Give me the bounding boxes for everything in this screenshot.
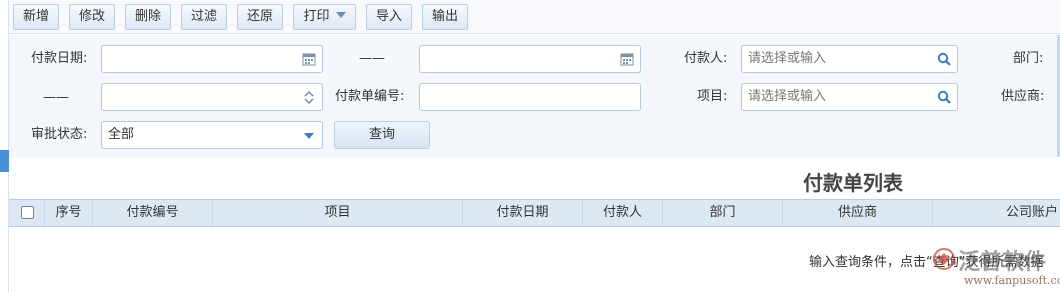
chevron-down-icon[interactable] <box>302 129 316 143</box>
column-header[interactable]: 项目 <box>213 200 463 226</box>
page: 新增 修改 删除 过滤 还原 打印 导入 输出 付款日期: —— 付款人: 请选… <box>0 0 1060 292</box>
dept-label: 部门: <box>1013 51 1044 66</box>
bill-no-input[interactable] <box>419 83 641 111</box>
watermark: 泛普软件 www.fanpusoft.com <box>928 244 1060 292</box>
grid-header: 序号 付款编号 项目 付款日期 付款人 部门 供应商 公司账户 <box>9 199 1060 227</box>
select-all-checkbox[interactable] <box>21 206 34 219</box>
approval-status-label: 审批状态: <box>31 127 88 142</box>
pay-date-label: 付款日期: <box>31 51 88 66</box>
import-button[interactable]: 导入 <box>366 4 412 30</box>
print-label: 打印 <box>303 9 330 24</box>
query-button[interactable]: 查询 <box>334 121 430 149</box>
grid-title: 付款单列表 <box>0 167 1060 196</box>
left-sidebar-strip <box>0 0 9 292</box>
column-header[interactable]: 公司账户 <box>933 200 1060 226</box>
bill-no-label: 付款单编号: <box>335 89 405 104</box>
grid-title-text: 付款单列表 <box>803 171 903 195</box>
delete-button[interactable]: 删除 <box>125 4 171 30</box>
project-input[interactable]: 请选择或输入 <box>741 83 958 111</box>
brand-logo-icon <box>933 248 955 270</box>
watermark-brand: 泛普软件 <box>958 249 1047 275</box>
restore-button[interactable]: 还原 <box>237 4 283 30</box>
add-button[interactable]: 新增 <box>13 4 59 30</box>
filter-button[interactable]: 过滤 <box>181 4 227 30</box>
export-button[interactable]: 输出 <box>422 4 468 30</box>
column-header[interactable]: 部门 <box>663 200 783 226</box>
column-header[interactable]: 序号 <box>45 200 93 226</box>
supplier-label: 供应商: <box>1001 89 1045 104</box>
search-icon[interactable] <box>937 90 951 104</box>
calendar-icon[interactable] <box>620 52 634 66</box>
search-icon[interactable] <box>937 52 951 66</box>
pay-date-start-input[interactable] <box>101 45 323 73</box>
payer-label: 付款人: <box>684 51 728 66</box>
column-header[interactable]: 供应商 <box>783 200 933 226</box>
project-label: 项目: <box>697 89 728 104</box>
print-dropdown-button[interactable]: 打印 <box>293 4 356 30</box>
number-spinner-input[interactable] <box>101 83 323 111</box>
pay-date-end-input[interactable] <box>419 45 641 73</box>
column-header[interactable]: 付款人 <box>583 200 663 226</box>
approval-status-select[interactable]: 全部 <box>101 121 323 149</box>
column-header[interactable]: 付款日期 <box>463 200 583 226</box>
date-range-dash: —— <box>359 51 385 66</box>
project-placeholder: 请选择或输入 <box>748 89 827 104</box>
query-form: 付款日期: —— 付款人: 请选择或输入 部门: —— 付款单编号: 项目: 请… <box>9 35 1060 157</box>
watermark-url: www.fanpusoft.com <box>964 274 1060 287</box>
spinner-arrows-icon[interactable] <box>302 89 316 105</box>
grid-body: 输入查询条件，点击“查询”获得所需数据 <box>9 227 1060 292</box>
toolbar: 新增 修改 删除 过滤 还原 打印 导入 输出 <box>9 0 1060 34</box>
column-header[interactable]: 付款编号 <box>93 200 213 226</box>
payer-input[interactable]: 请选择或输入 <box>741 45 958 73</box>
edit-button[interactable]: 修改 <box>69 4 115 30</box>
payer-placeholder: 请选择或输入 <box>748 51 827 66</box>
number-range-dash: —— <box>43 90 69 105</box>
chevron-down-icon <box>335 12 346 18</box>
select-all-cell <box>9 200 45 226</box>
calendar-icon[interactable] <box>302 52 316 66</box>
approval-status-value: 全部 <box>108 127 135 142</box>
